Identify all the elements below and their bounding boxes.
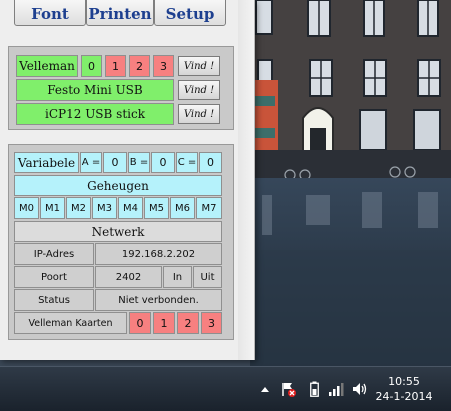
memory-cell-m5[interactable]: M5 <box>144 197 169 219</box>
memory-cell-m1[interactable]: M1 <box>40 197 65 219</box>
velleman-card-2[interactable]: 2 <box>177 312 199 334</box>
velleman-find-button[interactable]: Vind ! <box>178 56 220 76</box>
printen-button[interactable]: Printen <box>86 0 154 26</box>
velleman-channel-0[interactable]: 0 <box>81 55 102 77</box>
volume-icon[interactable] <box>350 367 370 411</box>
setup-button[interactable]: Setup <box>154 0 226 26</box>
clock[interactable]: 10:55 24-1-2014 <box>369 374 439 404</box>
memory-cell-m6[interactable]: M6 <box>170 197 195 219</box>
action-center-icon[interactable] <box>278 367 298 411</box>
chevron-up-icon <box>261 387 269 392</box>
memory-cell-m7[interactable]: M7 <box>196 197 222 219</box>
network-signal-icon[interactable] <box>326 367 346 411</box>
festo-find-button[interactable]: Vind ! <box>178 80 220 100</box>
velleman-card-0[interactable]: 0 <box>129 312 151 334</box>
variabele-label: Variabele <box>14 152 79 173</box>
festo-mini-usb-label: Festo Mini USB <box>16 79 174 101</box>
memory-cell-m3[interactable]: M3 <box>92 197 117 219</box>
show-hidden-icons-button[interactable] <box>258 367 272 411</box>
var-b-label: B = <box>128 152 150 173</box>
memory-cell-m4[interactable]: M4 <box>118 197 143 219</box>
battery-icon[interactable] <box>306 367 322 411</box>
device-panel: Velleman 0 1 2 3 Vind ! Festo Mini USB V… <box>8 46 234 130</box>
status-label: Status <box>14 289 94 311</box>
icp12-usb-label: iCP12 USB stick <box>16 103 174 125</box>
velleman-card-1[interactable]: 1 <box>153 312 175 334</box>
in-button[interactable]: In <box>163 266 192 288</box>
var-b-value[interactable]: 0 <box>151 152 175 173</box>
velleman-channel-1[interactable]: 1 <box>105 55 126 77</box>
velleman-cards-label: Velleman Kaarten <box>14 312 127 334</box>
taskbar: 10:55 24-1-2014 <box>0 366 451 411</box>
netwerk-header: Netwerk <box>14 221 222 242</box>
velleman-channel-3[interactable]: 3 <box>153 55 174 77</box>
application-window: Font Printen Setup Velleman 0 1 2 3 Vind… <box>0 0 255 360</box>
icp12-find-button[interactable]: Vind ! <box>178 104 220 124</box>
font-button[interactable]: Font <box>14 0 86 26</box>
var-c-value[interactable]: 0 <box>199 152 222 173</box>
port-label: Poort <box>14 266 94 288</box>
uit-button[interactable]: Uit <box>193 266 222 288</box>
clock-time: 10:55 <box>388 375 420 388</box>
ip-address-label: IP-Adres <box>14 243 94 265</box>
clock-date: 24-1-2014 <box>375 390 433 403</box>
flag-icon <box>282 383 296 397</box>
geheugen-header: Geheugen <box>14 175 222 196</box>
var-a-value[interactable]: 0 <box>103 152 127 173</box>
var-a-label: A = <box>80 152 102 173</box>
window-border <box>238 0 254 360</box>
velleman-channel-2[interactable]: 2 <box>129 55 150 77</box>
memory-cell-m2[interactable]: M2 <box>66 197 91 219</box>
control-panel: Variabele A = 0 B = 0 C = 0 Geheugen M0 … <box>8 144 234 340</box>
status-value: Niet verbonden. <box>95 289 222 311</box>
memory-cell-m0[interactable]: M0 <box>14 197 39 219</box>
velleman-card-3[interactable]: 3 <box>201 312 222 334</box>
velleman-label: Velleman <box>16 55 78 77</box>
ip-address-field[interactable]: 192.168.2.202 <box>95 243 222 265</box>
port-field[interactable]: 2402 <box>95 266 162 288</box>
var-c-label: C = <box>176 152 198 173</box>
